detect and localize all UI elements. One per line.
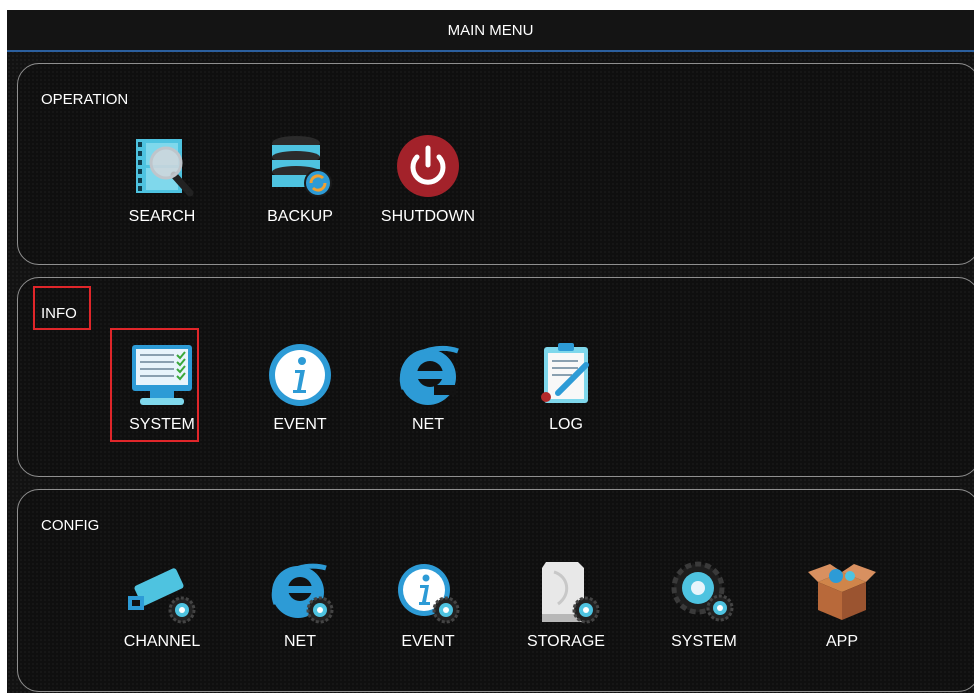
config-net-label: NET	[284, 633, 316, 650]
info-net-menu-item[interactable]: NET	[368, 341, 488, 441]
backup-icon	[262, 133, 338, 201]
search-menu-item[interactable]: SEARCH	[102, 133, 222, 233]
config-system-label: SYSTEM	[671, 633, 737, 650]
config-section-title: CONFIG	[41, 517, 100, 534]
search-label: SEARCH	[128, 208, 196, 225]
info-gear-icon	[390, 558, 466, 626]
camera-gear-icon	[124, 558, 200, 626]
config-event-menu-item[interactable]: EVENT	[368, 558, 488, 658]
info-event-menu-item[interactable]: EVENT	[240, 341, 360, 441]
internet-e-icon	[390, 341, 466, 409]
config-app-menu-item[interactable]: APP	[782, 558, 902, 658]
info-icon	[262, 341, 338, 409]
info-system-label: SYSTEM	[129, 416, 195, 433]
clipboard-log-icon	[528, 341, 604, 409]
shutdown-label: SHUTDOWN	[380, 208, 476, 225]
main-menu-screen: MAIN MENU OPERATION SEARCH BACKUP SHUTDO…	[7, 10, 974, 693]
system-gear-icon	[666, 558, 742, 626]
monitor-checklist-icon	[124, 341, 200, 409]
info-panel: INFO SYSTEM EVENT NET LOG	[17, 277, 974, 477]
info-log-menu-item[interactable]: LOG	[506, 341, 626, 441]
info-section-title: INFO	[41, 305, 77, 322]
config-storage-label: STORAGE	[527, 633, 605, 650]
search-icon	[124, 133, 200, 201]
operation-section-title: OPERATION	[41, 91, 129, 108]
config-event-label: EVENT	[401, 633, 455, 650]
disk-gear-icon	[528, 558, 604, 626]
config-channel-menu-item[interactable]: CHANNEL	[102, 558, 222, 658]
info-event-label: EVENT	[273, 416, 327, 433]
package-icon	[804, 558, 880, 626]
config-channel-label: CHANNEL	[123, 633, 201, 650]
power-icon	[390, 133, 466, 201]
config-app-label: APP	[825, 633, 858, 650]
info-system-menu-item[interactable]: SYSTEM	[102, 341, 222, 441]
title-bar: MAIN MENU	[7, 10, 974, 52]
backup-menu-item[interactable]: BACKUP	[240, 133, 360, 233]
operation-panel: OPERATION SEARCH BACKUP SHUTDOWN	[17, 63, 974, 265]
shutdown-menu-item[interactable]: SHUTDOWN	[368, 133, 488, 233]
backup-label: BACKUP	[267, 208, 333, 225]
config-system-menu-item[interactable]: SYSTEM	[644, 558, 764, 658]
info-log-label: LOG	[549, 416, 583, 433]
config-storage-menu-item[interactable]: STORAGE	[506, 558, 626, 658]
page-title: MAIN MENU	[447, 21, 534, 39]
config-net-menu-item[interactable]: NET	[240, 558, 360, 658]
config-panel: CONFIG CHANNEL NET EVENT STORAGE SYSTEM …	[17, 489, 974, 692]
info-net-label: NET	[412, 416, 444, 433]
internet-e-gear-icon	[262, 558, 338, 626]
